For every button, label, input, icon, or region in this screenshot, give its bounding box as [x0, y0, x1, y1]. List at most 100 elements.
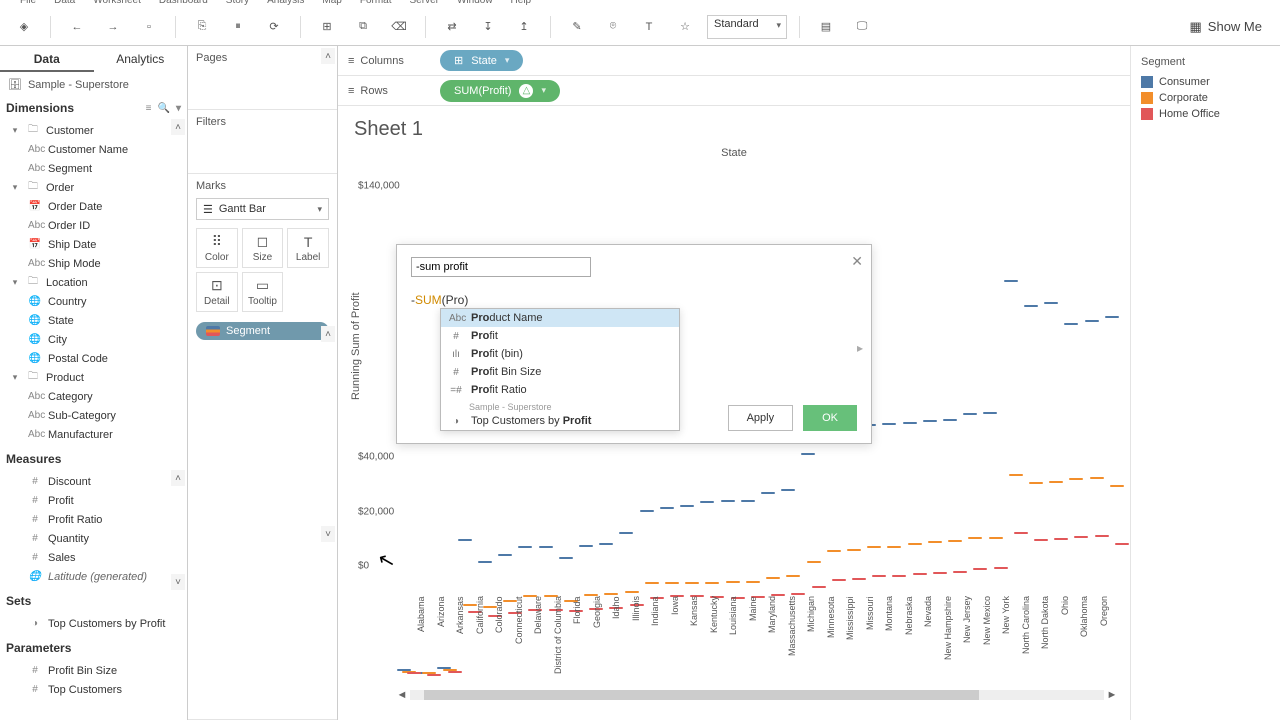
- gantt-mark[interactable]: [478, 561, 492, 563]
- apply-button[interactable]: Apply: [728, 405, 794, 431]
- scroll-down-icon[interactable]: ˅: [171, 574, 185, 590]
- gantt-mark[interactable]: [867, 546, 881, 548]
- gantt-mark[interactable]: [948, 540, 962, 542]
- autocomplete-item[interactable]: ılıProfit (bin): [441, 345, 679, 363]
- gantt-mark[interactable]: [579, 545, 593, 547]
- presentation-button[interactable]: 🖵: [848, 13, 876, 41]
- gantt-mark[interactable]: [989, 537, 1003, 539]
- dim-group[interactable]: ▾🗀Order: [0, 178, 187, 197]
- gantt-mark[interactable]: [968, 537, 982, 539]
- gantt-mark[interactable]: [913, 573, 927, 575]
- gantt-mark[interactable]: [625, 591, 639, 593]
- gantt-mark[interactable]: [726, 581, 740, 583]
- dim-group[interactable]: ▾🗀Location: [0, 273, 187, 292]
- dim-field[interactable]: AbcCustomer Name: [0, 140, 187, 159]
- legend-item[interactable]: Corporate: [1141, 90, 1270, 106]
- gantt-mark[interactable]: [1014, 532, 1028, 534]
- dim-group[interactable]: ▾🗀Customer: [0, 121, 187, 140]
- mark-detail[interactable]: ⊡Detail: [196, 272, 238, 312]
- gantt-mark[interactable]: [498, 554, 512, 556]
- autocomplete-item[interactable]: =#Profit Ratio: [441, 381, 679, 399]
- dim-field[interactable]: AbcSub-Category: [0, 406, 187, 425]
- text-button[interactable]: T: [635, 13, 663, 41]
- gantt-mark[interactable]: [665, 582, 679, 584]
- gantt-mark[interactable]: [1074, 536, 1088, 538]
- dim-field[interactable]: AbcSegment: [0, 159, 187, 178]
- gantt-mark[interactable]: [872, 575, 886, 577]
- menu-help[interactable]: Help: [511, 0, 532, 3]
- gantt-mark[interactable]: [766, 577, 780, 579]
- calc-name-input[interactable]: [411, 257, 591, 277]
- gantt-mark[interactable]: [791, 593, 805, 595]
- view-as-icon[interactable]: ≡: [146, 103, 152, 114]
- gantt-mark[interactable]: [559, 557, 573, 559]
- gantt-mark[interactable]: [882, 423, 896, 425]
- set-field[interactable]: ◑Top Customers by Profit: [0, 614, 187, 633]
- gantt-mark[interactable]: [903, 422, 917, 424]
- clear-button[interactable]: ⌫: [385, 13, 413, 41]
- gantt-mark[interactable]: [887, 546, 901, 548]
- menu-story[interactable]: Story: [226, 0, 249, 3]
- parameter-field[interactable]: #Profit Bin Size: [0, 661, 187, 680]
- scroll-thumb[interactable]: [424, 690, 979, 700]
- forward-button[interactable]: →: [99, 13, 127, 41]
- gantt-mark[interactable]: [660, 507, 674, 509]
- gantt-mark[interactable]: [1034, 539, 1048, 541]
- back-button[interactable]: ←: [63, 13, 91, 41]
- gantt-mark[interactable]: [680, 505, 694, 507]
- gantt-mark[interactable]: [741, 500, 755, 502]
- gantt-mark[interactable]: [847, 549, 861, 551]
- gantt-mark[interactable]: [1064, 323, 1078, 325]
- gantt-mark[interactable]: [1004, 280, 1018, 282]
- mark-type-select[interactable]: ☰ Gantt Bar: [196, 198, 329, 220]
- gantt-mark[interactable]: [963, 413, 977, 415]
- ok-button[interactable]: OK: [803, 405, 857, 431]
- mark-tooltip[interactable]: ▭Tooltip: [242, 272, 284, 312]
- tab-analytics[interactable]: Analytics: [94, 46, 188, 72]
- dim-field[interactable]: 📅Ship Date: [0, 235, 187, 254]
- horizontal-scrollbar[interactable]: ◄ ►: [394, 688, 1120, 702]
- gantt-mark[interactable]: [1029, 482, 1043, 484]
- gantt-mark[interactable]: [1110, 485, 1124, 487]
- highlight-button[interactable]: ✎: [563, 13, 591, 41]
- gantt-mark[interactable]: [781, 489, 795, 491]
- group-button[interactable]: ⌾: [599, 13, 627, 41]
- legend-item[interactable]: Home Office: [1141, 106, 1270, 122]
- gantt-mark[interactable]: [700, 501, 714, 503]
- pause-updates-button[interactable]: ⏸: [224, 13, 252, 41]
- gantt-mark[interactable]: [1090, 477, 1104, 479]
- scroll-up-icon[interactable]: ˄: [171, 119, 185, 135]
- measure-field[interactable]: #Quantity: [0, 529, 187, 548]
- dim-field[interactable]: AbcShip Mode: [0, 254, 187, 273]
- gantt-mark[interactable]: [852, 578, 866, 580]
- gantt-mark[interactable]: [599, 543, 613, 545]
- menu-worksheet[interactable]: Worksheet: [93, 0, 141, 3]
- gantt-mark[interactable]: [943, 419, 957, 421]
- refresh-button[interactable]: ⟳: [260, 13, 288, 41]
- autocomplete-item[interactable]: ◑Top Customers by Profit: [441, 412, 679, 430]
- scroll-up-icon[interactable]: ˄: [321, 326, 335, 342]
- autocomplete-item[interactable]: AbcProduct Name: [441, 309, 679, 327]
- gantt-mark[interactable]: [812, 586, 826, 588]
- gantt-mark[interactable]: [645, 582, 659, 584]
- rows-pill-sumprofit[interactable]: SUM(Profit) △ ▾: [440, 80, 560, 102]
- gantt-mark[interactable]: [928, 541, 942, 543]
- logo-icon[interactable]: ◈: [10, 13, 38, 41]
- scroll-right-icon[interactable]: ►: [1104, 689, 1120, 701]
- gantt-mark[interactable]: [458, 539, 472, 541]
- gantt-mark[interactable]: [994, 567, 1008, 569]
- menu-format[interactable]: Format: [360, 0, 392, 3]
- gantt-mark[interactable]: [640, 510, 654, 512]
- menu-server[interactable]: Server: [410, 0, 439, 3]
- new-datasource-button[interactable]: ⎘: [188, 13, 216, 41]
- menu-dashboard[interactable]: Dashboard: [159, 0, 208, 3]
- gantt-mark[interactable]: [1024, 305, 1038, 307]
- gantt-mark[interactable]: [1095, 535, 1109, 537]
- scroll-up-icon[interactable]: ˄: [171, 470, 185, 486]
- legend-item[interactable]: Consumer: [1141, 74, 1270, 90]
- menubar[interactable]: File Data Worksheet Dashboard Story Anal…: [0, 0, 1280, 8]
- dim-field[interactable]: 🌐Postal Code: [0, 349, 187, 368]
- gantt-mark[interactable]: [1054, 538, 1068, 540]
- gantt-mark[interactable]: [1069, 478, 1083, 480]
- gantt-mark[interactable]: [518, 546, 532, 548]
